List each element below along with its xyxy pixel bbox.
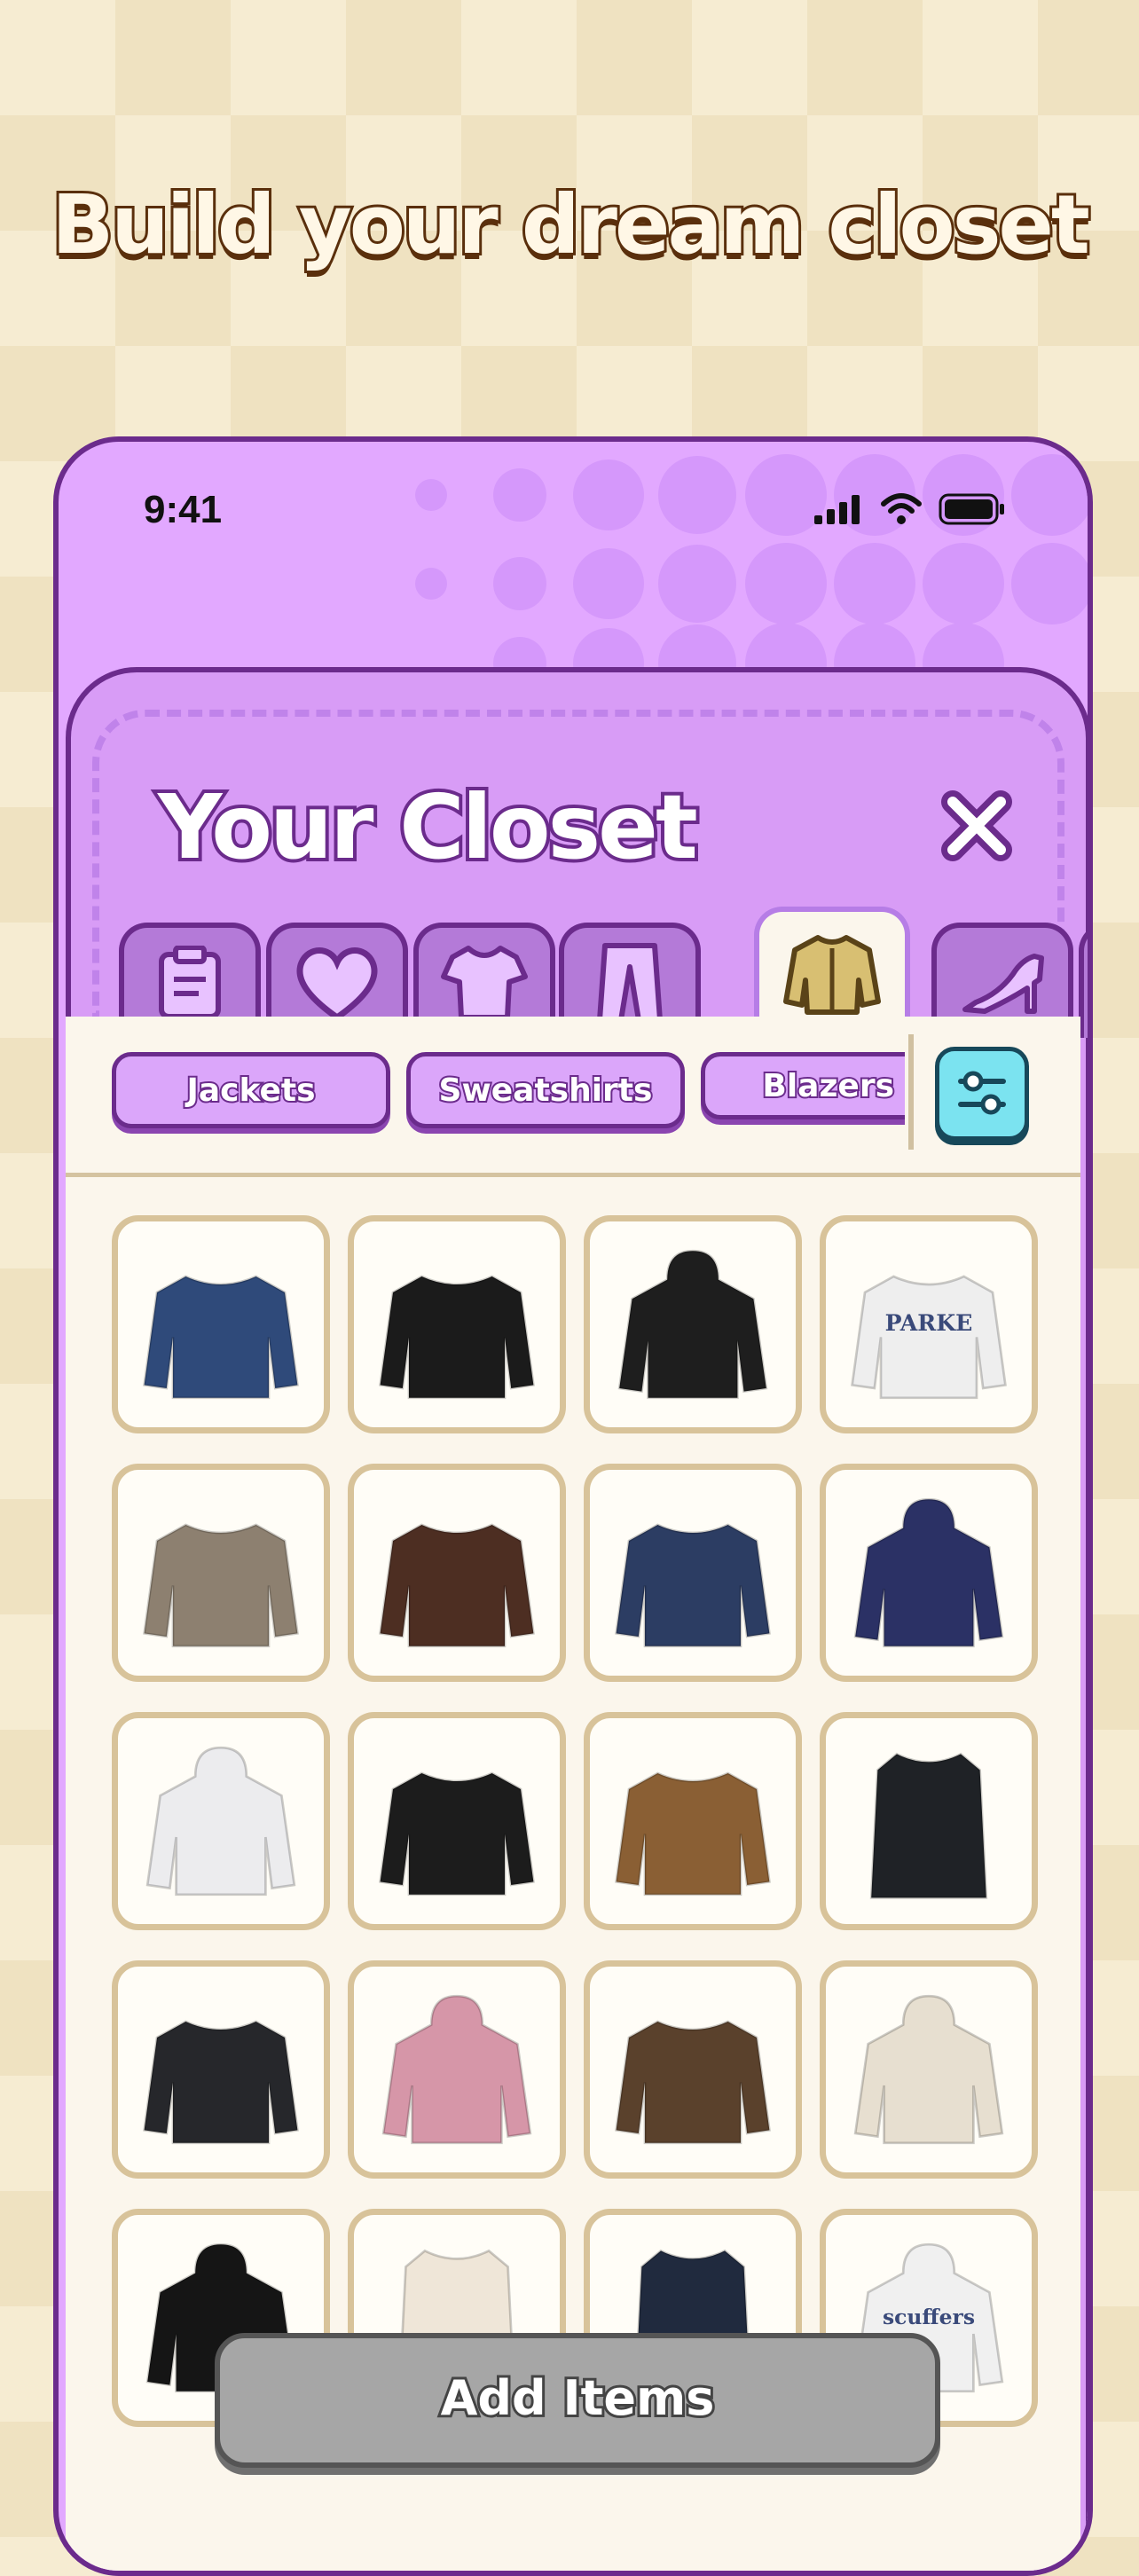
closet-item[interactable] <box>112 1215 330 1433</box>
add-items-label: Add Items <box>438 2368 718 2429</box>
closet-item[interactable] <box>112 1960 330 2179</box>
clipboard-icon <box>159 946 221 1019</box>
garment-image <box>379 1771 535 1897</box>
closet-item[interactable] <box>584 1712 802 1930</box>
signal-icon <box>814 495 860 524</box>
closet-item[interactable] <box>348 1464 566 1682</box>
garment-image <box>615 1771 771 1897</box>
closet-item[interactable] <box>584 1960 802 2179</box>
garment-image <box>381 1994 532 2145</box>
chip-sweatshirts[interactable]: Sweatshirts <box>406 1052 685 1128</box>
dot-pattern <box>415 454 1088 672</box>
heel-icon <box>962 954 1044 1014</box>
pants-icon <box>597 943 663 1023</box>
garment-image <box>143 1275 299 1400</box>
closet-item[interactable] <box>112 1712 330 1930</box>
status-time: 9:41 <box>144 488 223 531</box>
tab-dresses[interactable] <box>1079 923 1088 1038</box>
garment-image <box>379 1523 535 1648</box>
close-icon[interactable] <box>937 786 1017 866</box>
garment-image <box>615 1523 771 1648</box>
closet-item[interactable] <box>348 1960 566 2179</box>
garment-print: PARKE <box>885 1309 973 1336</box>
wifi-icon <box>881 493 922 524</box>
closet-item[interactable]: PARKE <box>820 1215 1038 1433</box>
closet-item[interactable] <box>584 1215 802 1433</box>
garment-image <box>869 1752 988 1899</box>
chip-blazers[interactable]: Blazers <box>701 1052 905 1119</box>
subcategory-bar: Jackets Sweatshirts Blazers <box>66 1017 1080 1177</box>
sliders-icon <box>958 1071 1006 1115</box>
chip-divider <box>908 1034 914 1150</box>
chip-jackets[interactable]: Jackets <box>112 1052 390 1128</box>
item-grid: PARKE scuffers <box>112 1215 1061 2457</box>
phone-frame: 9:41 Your Closet Jackets Sweatshirts Bla… <box>53 436 1093 2576</box>
garment-image <box>853 1497 1004 1648</box>
closet-item[interactable] <box>348 1712 566 1930</box>
garment-print: scuffers <box>883 2305 975 2329</box>
closet-item[interactable] <box>584 1464 802 1682</box>
garment-image <box>853 1994 1004 2145</box>
garment-image <box>379 1275 535 1400</box>
headline: Build your dream closet <box>49 175 1093 275</box>
closet-item[interactable] <box>112 1464 330 1682</box>
battery-icon <box>939 493 1004 525</box>
jacket-icon <box>783 935 881 1015</box>
garment-image <box>615 2020 771 2145</box>
heart-icon <box>296 947 378 1022</box>
add-items-button[interactable]: Add Items <box>215 2333 940 2468</box>
garment-image: PARKE <box>851 1275 1007 1400</box>
filter-button[interactable] <box>935 1047 1029 1141</box>
garment-image <box>143 2020 299 2145</box>
garment-image <box>143 1523 299 1648</box>
tshirt-icon <box>441 946 528 1020</box>
status-icons <box>813 493 1006 525</box>
closet-item[interactable] <box>348 1215 566 1433</box>
garment-image <box>145 1746 296 1897</box>
closet-item[interactable] <box>820 1960 1038 2179</box>
closet-item[interactable] <box>820 1712 1038 1930</box>
closet-title: Your Closet <box>154 772 702 883</box>
garment-image <box>617 1249 768 1400</box>
closet-item[interactable] <box>820 1464 1038 1682</box>
